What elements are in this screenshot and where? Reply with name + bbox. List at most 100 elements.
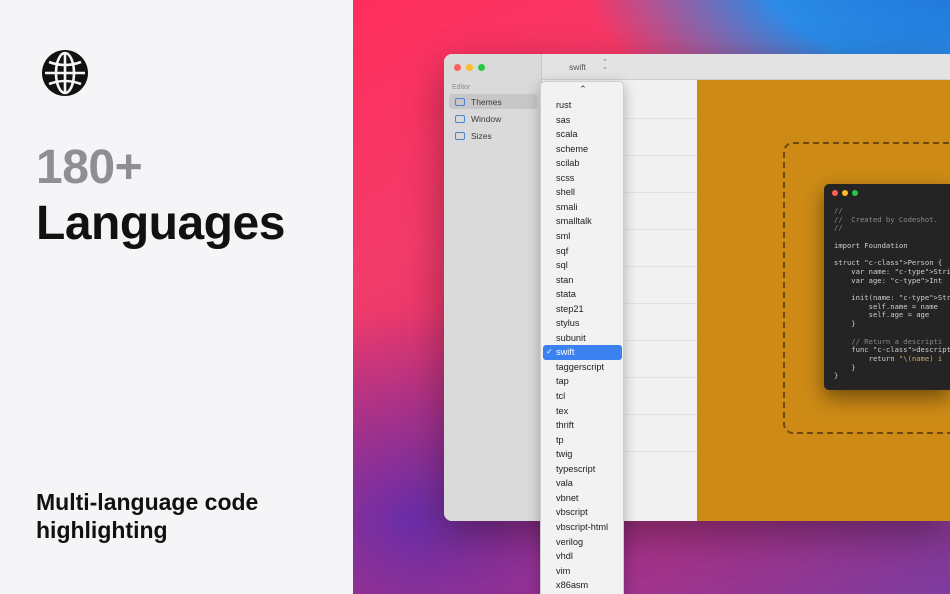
sidebar-item-sizes[interactable]: Sizes	[449, 128, 537, 143]
code-window-controls	[832, 190, 858, 196]
sidebar-item-label: Window	[471, 113, 502, 124]
menu-item-step21[interactable]: step21	[543, 302, 622, 317]
menu-item-vbscript[interactable]: vbscript	[543, 505, 622, 520]
menu-item-sml[interactable]: sml	[543, 229, 622, 244]
menu-item-tex[interactable]: tex	[543, 404, 622, 419]
sizes-icon	[455, 131, 465, 140]
menu-item-label: smalltalk	[556, 216, 592, 227]
sidebar-item-label: Sizes	[471, 130, 492, 141]
code-line: // Created by Codeshot.	[834, 214, 938, 224]
window-controls	[454, 64, 485, 71]
code-line: //	[834, 223, 843, 233]
menu-item-label: sql	[556, 260, 568, 271]
menu-item-vim[interactable]: vim	[543, 564, 622, 579]
close-button[interactable]	[454, 64, 461, 71]
menu-item-label: tex	[556, 405, 569, 416]
scroll-up-icon[interactable]: ⌃	[541, 84, 623, 95]
menu-item-label: sqf	[556, 245, 569, 256]
sidebar-item-window[interactable]: Window	[449, 111, 537, 126]
close-dot	[832, 190, 838, 196]
language-count: 180+	[36, 141, 143, 194]
menu-item-scala[interactable]: scala	[543, 127, 622, 142]
checkmark-icon: ✓	[546, 347, 553, 357]
menu-item-label: tcl	[556, 391, 566, 401]
menu-item-label: vala	[556, 478, 573, 489]
code-line: import Foundation	[834, 240, 908, 250]
menu-item-label: stata	[556, 289, 576, 300]
menu-item-thrift[interactable]: thrift	[543, 418, 622, 433]
menu-item-taggerscript[interactable]: taggerscript	[543, 360, 622, 375]
menu-item-scss[interactable]: scss	[543, 171, 622, 186]
menu-item-label: shell	[556, 187, 575, 198]
menu-item-label: taggerscript	[556, 361, 605, 372]
page-title: Languages	[36, 197, 285, 250]
menu-item-tp[interactable]: tp	[543, 433, 622, 448]
menu-item-vhdl[interactable]: vhdl	[543, 549, 622, 564]
menu-item-label: scheme	[556, 143, 589, 154]
palette-icon	[455, 97, 465, 106]
menu-item-smalltalk[interactable]: smalltalk	[543, 214, 622, 229]
code-line: }	[834, 371, 839, 381]
menu-item-twig[interactable]: twig	[543, 447, 622, 462]
menu-item-stylus[interactable]: stylus	[543, 316, 622, 331]
menu-item-label: vbscript-html	[556, 521, 609, 532]
globe-icon	[42, 50, 88, 96]
menu-item-label: thrift	[556, 420, 574, 431]
menu-item-label: verilog	[556, 536, 584, 547]
chevron-up-down-icon[interactable]: ⌃ ⌄	[602, 59, 608, 71]
menu-item-label: rust	[556, 100, 572, 110]
menu-item-label: swift	[556, 347, 575, 358]
zoom-button[interactable]	[478, 64, 485, 71]
code-snippet: //// Created by Codeshot.// import Found…	[834, 206, 950, 381]
code-line: }	[834, 319, 856, 329]
menu-item-label: vhdl	[556, 551, 573, 562]
sidebar-heading: Editor	[452, 84, 471, 91]
code-window: //// Created by Codeshot.// import Found…	[824, 184, 950, 390]
menu-item-label: stan	[556, 274, 574, 285]
menu-item-label: vbscript	[556, 507, 588, 518]
sidebar-item-themes[interactable]: Themes	[449, 94, 537, 109]
menu-item-tcl[interactable]: tcl	[543, 389, 622, 404]
menu-item-swift[interactable]: ✓ swift	[543, 345, 622, 360]
menu-item-label: stylus	[556, 318, 580, 329]
menu-item-label: sml	[556, 230, 571, 241]
menu-item-sqf[interactable]: sqf	[543, 244, 622, 259]
window-icon	[455, 114, 465, 123]
menu-item-stata[interactable]: stata	[543, 287, 622, 302]
menu-item-sas[interactable]: sas	[543, 113, 622, 128]
menu-item-shell[interactable]: shell	[543, 185, 622, 200]
code-line: var age: "c-type">Int	[834, 275, 943, 285]
menu-item-label: vbnet	[556, 492, 579, 503]
menu-item-scilab[interactable]: scilab	[543, 156, 622, 171]
menu-item-label: vim	[556, 565, 571, 576]
menu-item-subunit[interactable]: subunit	[543, 331, 622, 346]
menu-item-label: step21	[556, 303, 584, 314]
menu-item-vala[interactable]: vala	[543, 476, 622, 491]
menu-item-sql[interactable]: sql	[543, 258, 622, 273]
menu-item-verilog[interactable]: verilog	[543, 535, 622, 550]
menu-item-label: x86asm	[556, 580, 589, 591]
code-line: }	[834, 362, 856, 372]
menu-item-label: subunit	[556, 332, 586, 343]
menu-item-label: scilab	[556, 158, 580, 169]
toolbar: swift ⌃ ⌄	[542, 54, 950, 80]
minimize-dot	[842, 190, 848, 196]
language-menu: ⌃ rust sas scala scheme scilab scss shell smali…	[540, 81, 624, 594]
menu-item-x86asm[interactable]: x86asm	[543, 578, 622, 593]
menu-item-smali[interactable]: smali	[543, 200, 622, 215]
menu-item-scheme[interactable]: scheme	[543, 142, 622, 157]
menu-item-vbscript-html[interactable]: vbscript-html	[543, 520, 622, 535]
minimize-button[interactable]	[466, 64, 473, 71]
menu-item-typescript[interactable]: typescript	[543, 462, 622, 477]
zoom-dot	[852, 190, 858, 196]
menu-item-stan[interactable]: stan	[543, 273, 622, 288]
menu-item-label: tp	[556, 434, 564, 445]
menu-item-rust[interactable]: rust	[543, 98, 622, 113]
menu-item-label: typescript	[556, 463, 596, 474]
menu-item-label: tap	[556, 376, 569, 387]
menu-item-label: twig	[556, 449, 573, 460]
hero-panel: 180+ Languages Multi-language code highl…	[0, 0, 353, 594]
menu-item-vbnet[interactable]: vbnet	[543, 491, 622, 506]
menu-item-tap[interactable]: tap	[543, 374, 622, 389]
language-select[interactable]: swift	[569, 62, 586, 72]
